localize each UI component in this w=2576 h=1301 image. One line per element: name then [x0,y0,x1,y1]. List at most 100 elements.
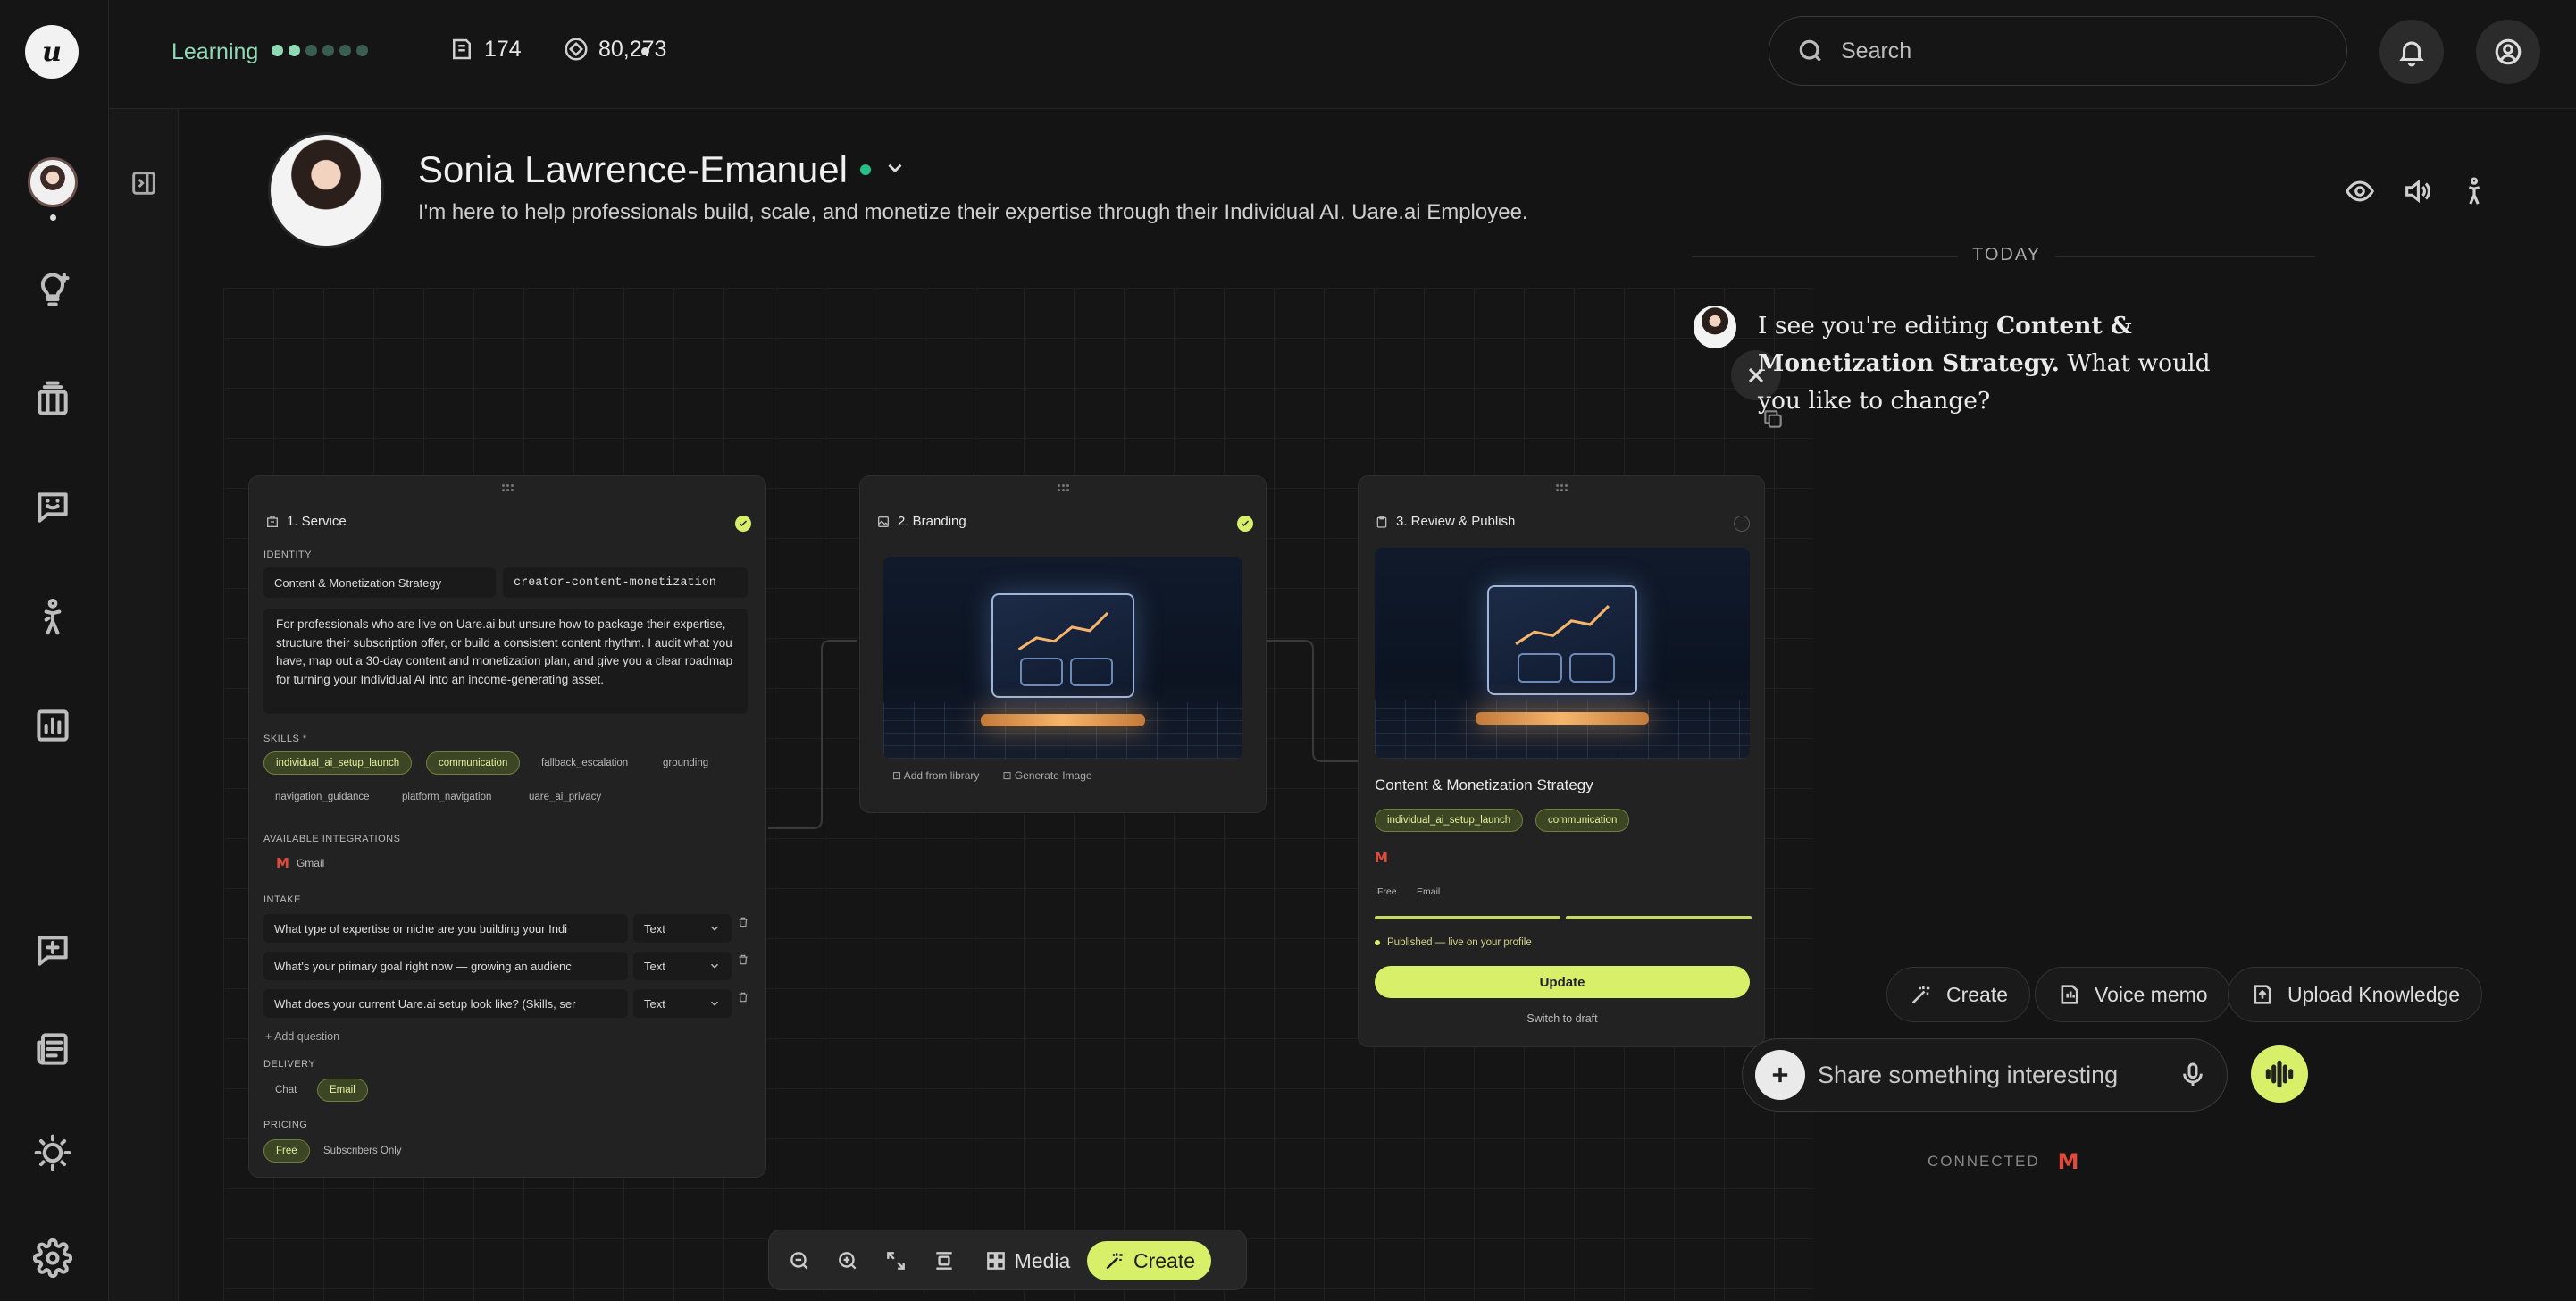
update-button[interactable]: Update [1375,966,1750,998]
generate-image-button[interactable]: ⊡ Generate Image [1002,769,1091,782]
skill-chip[interactable]: uare_ai_privacy [517,785,613,809]
service-name-field[interactable]: Content & Monetization Strategy [263,567,496,598]
skill-chip[interactable]: grounding [651,751,720,775]
trash-icon[interactable] [737,916,749,928]
skill-chip[interactable]: individual_ai_setup_launch [263,751,413,775]
delivery-label: DELIVERY [263,1059,316,1070]
zoom-in-button[interactable] [828,1241,867,1280]
branding-card[interactable]: 2. Branding ⊡ Add from library ⊡ Generat… [859,475,1267,813]
skill-chip[interactable]: navigation_guidance [263,785,381,809]
intake-question-field[interactable]: What does your current Uare.ai setup loo… [263,989,628,1018]
align-center-icon [936,1252,952,1270]
learning-level-dots [272,45,368,56]
service-card[interactable]: 1. Service IDENTITY Content & Monetizati… [248,475,766,1178]
chevron-down-icon [710,926,719,931]
add-question-button[interactable]: + Add question [265,1030,339,1043]
token-icon [565,38,588,61]
branding-image[interactable] [883,557,1242,759]
review-skill-chip: communication [1535,809,1630,832]
newspaper-icon[interactable] [28,1024,78,1074]
skill-chip[interactable]: fallback_escalation [530,751,640,775]
gmail-integration[interactable]: M Gmail [276,855,324,871]
review-card-title: 3. Review & Publish [1375,514,1515,529]
notifications-button[interactable] [2379,20,2444,84]
zoom-out-icon [790,1252,808,1270]
media-button[interactable]: Media [978,1241,1076,1280]
intake-type-select[interactable]: Text [633,989,732,1018]
intake-type-select[interactable]: Text [633,914,732,943]
account-button[interactable] [2476,20,2540,84]
lightbulb-plus-icon[interactable] [28,264,78,315]
zoom-out-button[interactable] [780,1241,819,1280]
search-box[interactable] [1769,16,2347,86]
copy-icon[interactable] [1761,407,1786,432]
message-input[interactable] [1818,1057,2166,1093]
briefcase-stack-icon[interactable] [28,374,78,424]
accessibility-button[interactable] [2455,172,2494,211]
create-button[interactable]: Create [1087,1241,1212,1280]
service-slug-field[interactable]: creator-content-monetization [503,567,748,598]
service-complete-icon [735,516,751,532]
switch-to-draft-button[interactable]: Switch to draft [1359,1012,1766,1025]
skill-chip[interactable]: communication [426,751,521,775]
workflow-canvas[interactable]: 1. Service IDENTITY Content & Monetizati… [223,288,1813,1301]
main-area: Sonia Lawrence-Emanuel I'm here to help … [179,109,2576,1301]
eye-icon [2346,180,2374,202]
sidebar-toggle-button[interactable] [127,166,161,200]
preview-button[interactable] [2340,172,2379,211]
profile-bio: I'm here to help professionals build, sc… [418,200,1528,224]
chat-plus-icon[interactable] [28,926,78,976]
voice-memo-button[interactable]: Voice memo [2035,967,2230,1022]
delivery-chip[interactable]: Chat [263,1079,308,1102]
intake-question-field[interactable]: What's your primary goal right now — gro… [263,952,628,980]
upload-knowledge-button[interactable]: Upload Knowledge [2228,967,2483,1022]
building-icon [267,515,278,527]
connected-status: CONNECTED M [1928,1149,2081,1174]
accessibility-figure-icon[interactable] [28,592,78,642]
review-service-name: Content & Monetization Strategy [1375,776,1593,793]
search-input[interactable] [1841,38,2305,64]
drag-handle[interactable] [1555,483,1568,492]
active-indicator [50,214,56,221]
profile-name-row: Sonia Lawrence-Emanuel [418,148,907,191]
skill-chip[interactable]: platform_navigation [390,785,503,809]
intake-type-select[interactable]: Text [633,952,732,980]
service-description-field[interactable]: For professionals who are live on Uare.a… [263,609,748,714]
voice-memo-icon [2061,985,2078,1004]
microphone-button[interactable] [2179,1061,2209,1091]
volume-button[interactable] [2397,172,2437,211]
branding-complete-icon [1237,516,1253,532]
pricing-chip[interactable]: Subscribers Only [312,1139,414,1163]
fit-view-button[interactable] [876,1241,916,1280]
delivery-chip[interactable]: Email [317,1079,368,1102]
pricing-chip[interactable]: Free [263,1139,310,1163]
chat-create-button[interactable]: Create [1886,967,2031,1022]
trash-icon[interactable] [737,953,749,966]
branding-actions: ⊡ Add from library ⊡ Generate Image [892,769,1092,782]
drag-handle[interactable] [1057,483,1069,492]
rail-avatar[interactable] [28,157,78,207]
gmail-icon: M [276,855,289,871]
user-circle-icon [2495,38,2522,65]
intake-row: What does your current Uare.ai setup loo… [263,989,749,1018]
align-button[interactable] [924,1241,964,1280]
online-status-dot [859,164,871,175]
speaker-icon [2405,179,2430,204]
review-publish-card[interactable]: 3. Review & Publish Content & Monetizati… [1358,475,1765,1047]
app-logo[interactable]: u [25,25,79,79]
chat-composer [1742,1038,2228,1112]
chat-smile-icon[interactable] [28,483,78,533]
gear-icon[interactable] [28,1233,78,1283]
zoom-in-icon [839,1252,857,1270]
gmail-icon: M [2057,1149,2081,1174]
bar-chart-icon[interactable] [28,701,78,751]
drag-handle[interactable] [501,483,514,492]
sun-icon[interactable] [28,1128,78,1178]
bell-icon [2399,41,2424,67]
voice-mode-button[interactable] [2251,1045,2308,1103]
attach-button[interactable] [1755,1050,1805,1100]
profile-menu-button[interactable] [883,156,907,184]
trash-icon[interactable] [737,991,749,1003]
intake-question-field[interactable]: What type of expertise or niche are you … [263,914,628,943]
add-from-library-button[interactable]: ⊡ Add from library [892,769,979,782]
